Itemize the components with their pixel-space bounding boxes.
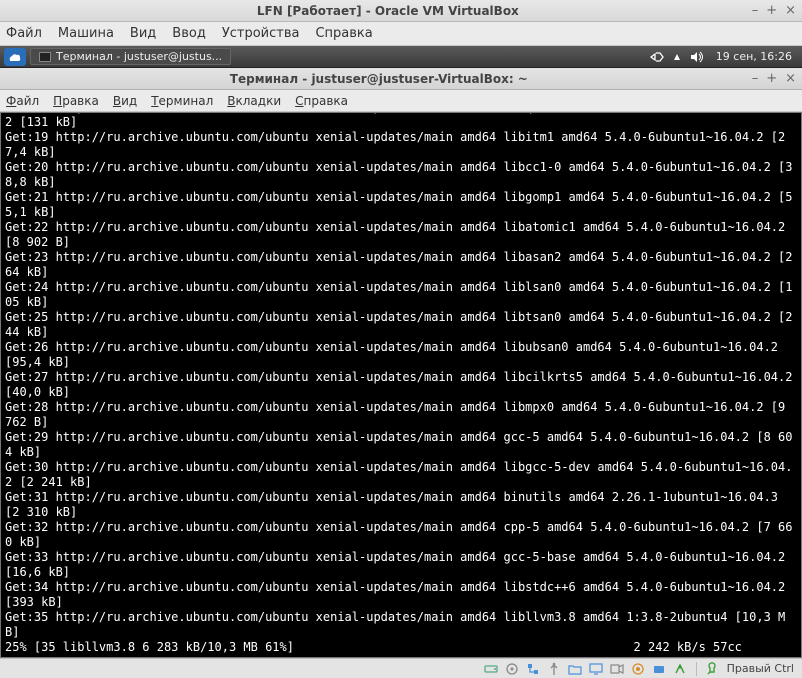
terminal-minimize-icon[interactable]: – bbox=[752, 71, 759, 86]
terminal-menu-help[interactable]: Справка bbox=[295, 94, 348, 108]
terminal-title: Терминал - justuser@justuser-VirtualBox:… bbox=[6, 72, 752, 86]
vbox-menu-machine[interactable]: Машина bbox=[58, 26, 114, 41]
mouse-integration-icon[interactable] bbox=[673, 662, 687, 676]
volume-icon[interactable] bbox=[690, 50, 704, 64]
vbox-close-icon[interactable]: × bbox=[785, 3, 796, 18]
terminal-menu-view[interactable]: Вид bbox=[113, 94, 137, 108]
terminal-menu-file[interactable]: Файл bbox=[6, 94, 39, 108]
video-capture-icon[interactable] bbox=[610, 662, 624, 676]
usb-icon[interactable] bbox=[547, 662, 561, 676]
terminal-menu-terminal[interactable]: Терминал bbox=[151, 94, 213, 108]
optical-drive-icon[interactable] bbox=[505, 662, 519, 676]
vbox-statusbar: Правый Ctrl bbox=[0, 658, 802, 678]
terminal-output[interactable]: .2 [21,6 kB] Get:18 http://ru.archive.ub… bbox=[0, 112, 802, 658]
terminal-close-icon[interactable]: × bbox=[785, 71, 796, 86]
vbox-window-title: LFN [Работает] - Oracle VM VirtualBox bbox=[24, 4, 752, 18]
vbox-menu-devices[interactable]: Устройства bbox=[222, 26, 300, 41]
guest-panel: Терминал - justuser@justus... 19 сен, 16… bbox=[0, 46, 802, 68]
vbox-menu-file[interactable]: Файл bbox=[6, 26, 42, 41]
terminal-menubar: Файл Правка Вид Терминал Вкладки Справка bbox=[0, 90, 802, 112]
vbox-menu-input[interactable]: Ввод bbox=[172, 26, 206, 41]
audio-settings-icon[interactable] bbox=[650, 50, 664, 64]
shared-folder-icon[interactable] bbox=[568, 662, 582, 676]
hdd-activity-icon[interactable] bbox=[484, 662, 498, 676]
panel-clock[interactable]: 19 сен, 16:26 bbox=[710, 50, 798, 63]
terminal-icon bbox=[39, 52, 51, 62]
recording-icon[interactable] bbox=[652, 662, 666, 676]
taskbar-item-terminal[interactable]: Терминал - justuser@justus... bbox=[30, 48, 231, 65]
display-icon[interactable] bbox=[589, 662, 603, 676]
host-key-icon[interactable] bbox=[706, 662, 720, 676]
xfce-menu-button[interactable] bbox=[4, 48, 26, 66]
taskbar-item-label: Терминал - justuser@justus... bbox=[56, 50, 222, 63]
terminal-menu-edit[interactable]: Правка bbox=[53, 94, 99, 108]
terminal-maximize-icon[interactable]: + bbox=[766, 71, 777, 86]
terminal-window: Терминал - justuser@justuser-VirtualBox:… bbox=[0, 68, 802, 658]
audio-icon[interactable] bbox=[631, 662, 645, 676]
vbox-menu-view[interactable]: Вид bbox=[130, 26, 156, 41]
vbox-menubar: Файл Машина Вид Ввод Устройства Справка bbox=[0, 22, 802, 46]
host-key-label: Правый Ctrl bbox=[727, 662, 794, 675]
vbox-maximize-icon[interactable]: + bbox=[766, 3, 777, 18]
vbox-titlebar: LFN [Работает] - Oracle VM VirtualBox – … bbox=[0, 0, 802, 22]
terminal-menu-tabs[interactable]: Вкладки bbox=[227, 94, 281, 108]
vbox-minimize-icon[interactable]: – bbox=[752, 3, 759, 18]
vbox-menu-help[interactable]: Справка bbox=[315, 26, 372, 41]
network-adapter-icon[interactable] bbox=[526, 662, 540, 676]
network-icon[interactable] bbox=[670, 50, 684, 64]
terminal-titlebar: Терминал - justuser@justuser-VirtualBox:… bbox=[0, 68, 802, 90]
